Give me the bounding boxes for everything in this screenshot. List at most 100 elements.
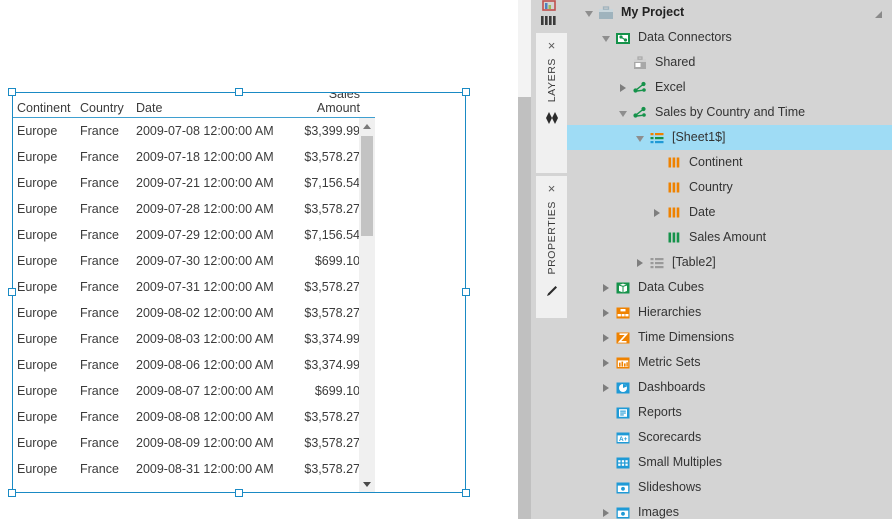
cell-sales-amount: $3,399.99 <box>304 124 360 138</box>
tree-item-sales-by-country-and-time[interactable]: Sales by Country and Time <box>567 100 892 125</box>
resize-handle-middle-right[interactable] <box>462 288 470 296</box>
resize-handle-middle-left[interactable] <box>8 288 16 296</box>
tree-item-data-cubes[interactable]: Data Cubes <box>567 275 892 300</box>
cell-date: 2009-07-21 12:00:00 AM <box>136 176 274 190</box>
chevron-down-icon[interactable] <box>632 125 648 150</box>
tree-item-hierarchies[interactable]: Hierarchies <box>567 300 892 325</box>
tree-item-date[interactable]: Date <box>567 200 892 225</box>
data-grid-widget[interactable]: Continent Country Date Sales Amount Euro… <box>13 93 375 492</box>
table-row[interactable]: Europe France 2009-08-31 12:00:00 AM $3,578… <box>13 456 375 482</box>
chevron-right-icon[interactable] <box>598 300 614 325</box>
table-row[interactable]: Europe France 2009-07-21 12:00:00 AM $7,156… <box>13 170 375 196</box>
table-row[interactable]: Europe France 2009-08-07 12:00:00 AM $699.1… <box>13 378 375 404</box>
chevron-down-icon[interactable] <box>581 0 597 25</box>
cell-continent: Europe <box>17 202 58 216</box>
tree-item-time-dimensions[interactable]: Time Dimensions <box>567 325 892 350</box>
bar-chart-icon[interactable] <box>538 12 560 28</box>
project-briefcase-icon <box>597 5 615 21</box>
tree-item-table2[interactable]: [Table2] <box>567 250 892 275</box>
grid-column-header-sales-amount[interactable]: Sales Amount <box>286 93 364 115</box>
cell-sales-amount: $3,578.27 <box>304 306 360 320</box>
dock-tab-properties[interactable]: × PROPERTIES <box>536 176 567 318</box>
chevron-right-icon[interactable] <box>598 350 614 375</box>
tree-item-shared[interactable]: Shared <box>567 50 892 75</box>
grid-vertical-scrollbar[interactable] <box>359 118 375 492</box>
tree-item-label: Reports <box>638 405 682 419</box>
tree-item-data-connectors[interactable]: Data Connectors <box>567 25 892 50</box>
table-row[interactable]: Europe France 2009-07-08 12:00:00 AM $3,399… <box>13 118 375 144</box>
chevron-right-icon[interactable] <box>615 75 631 100</box>
tree-item-slideshows[interactable]: Slideshows <box>567 475 892 500</box>
cell-country: France <box>80 436 119 450</box>
table-row[interactable]: Europe France 2009-07-30 12:00:00 AM $699.1… <box>13 248 375 274</box>
canvas-scrollbar-thumb[interactable] <box>518 97 531 519</box>
resize-handle-top-left[interactable] <box>8 88 16 96</box>
cell-sales-amount: $3,578.27 <box>304 462 360 476</box>
resize-handle-bottom-left[interactable] <box>8 489 16 497</box>
tree-item-scorecards[interactable]: A+ Scorecards <box>567 425 892 450</box>
tree-item-dashboards[interactable]: Dashboards <box>567 375 892 400</box>
tree-item-sales-amount[interactable]: Sales Amount <box>567 225 892 250</box>
table-row[interactable]: Europe France 2009-07-29 12:00:00 AM $7,156… <box>13 222 375 248</box>
table-row[interactable]: Europe France 2009-08-06 12:00:00 AM $3,374… <box>13 352 375 378</box>
column-green-icon <box>665 230 683 246</box>
tree-item-country[interactable]: Country <box>567 175 892 200</box>
tree-item-continent[interactable]: Continent <box>567 150 892 175</box>
cell-sales-amount: $3,578.27 <box>304 150 360 164</box>
resize-handle-bottom-center[interactable] <box>235 489 243 497</box>
chevron-down-icon[interactable] <box>615 100 631 125</box>
twisty-placeholder <box>649 225 665 250</box>
chevron-down-icon[interactable] <box>598 25 614 50</box>
tree-item-my-project[interactable]: My Project <box>567 0 892 25</box>
tree-item-label: Date <box>689 205 716 219</box>
twisty-placeholder <box>598 475 614 500</box>
cell-sales-amount: $699.10 <box>314 384 360 398</box>
chevron-right-icon[interactable] <box>598 325 614 350</box>
close-icon[interactable]: × <box>548 39 556 52</box>
scroll-down-arrow-icon[interactable] <box>359 476 375 492</box>
chevron-right-icon[interactable] <box>632 250 648 275</box>
grid-column-header-country[interactable]: Country <box>80 101 136 115</box>
close-icon[interactable]: × <box>548 182 556 195</box>
tree-item-label: My Project <box>621 5 685 19</box>
cell-country: France <box>80 202 119 216</box>
grid-column-header-date[interactable]: Date <box>136 101 286 115</box>
table-row[interactable]: Europe France 2009-08-09 12:00:00 AM $3,578… <box>13 430 375 456</box>
tree-item-label: Shared <box>655 55 696 69</box>
explorer-tree-panel[interactable]: My Project Data Connectors Shared Excel Sale… <box>567 0 892 519</box>
resize-handle-top-right[interactable] <box>462 88 470 96</box>
table-list-gray-icon <box>648 255 666 271</box>
table-row[interactable]: Europe France 2009-08-03 12:00:00 AM $3,374… <box>13 326 375 352</box>
resize-handle-bottom-right[interactable] <box>462 489 470 497</box>
twisty-placeholder <box>649 150 665 175</box>
scrollbar-thumb[interactable] <box>361 136 373 236</box>
table-row[interactable]: Europe France 2009-07-28 12:00:00 AM $3,578… <box>13 196 375 222</box>
table-row[interactable]: Europe France 2009-07-31 12:00:00 AM $3,578… <box>13 274 375 300</box>
tree-item-sheet1[interactable]: [Sheet1$] <box>567 125 892 150</box>
chevron-right-icon[interactable] <box>649 200 665 225</box>
scroll-up-arrow-icon[interactable] <box>359 118 375 134</box>
tree-item-reports[interactable]: Reports <box>567 400 892 425</box>
chevron-right-icon[interactable] <box>598 375 614 400</box>
tree-item-images[interactable]: Images <box>567 500 892 519</box>
tree-item-metric-sets[interactable]: Metric Sets <box>567 350 892 375</box>
chevron-right-icon[interactable] <box>598 275 614 300</box>
grid-column-header-continent[interactable]: Continent <box>13 101 80 115</box>
cell-continent: Europe <box>17 228 58 242</box>
cell-country: France <box>80 410 119 424</box>
dock-tab-layers[interactable]: × LAYERS <box>536 33 567 173</box>
chevron-right-icon[interactable] <box>598 500 614 519</box>
canvas-vertical-scrollbar[interactable] <box>518 0 531 519</box>
table-row[interactable]: Europe France 2009-07-18 12:00:00 AM $3,578… <box>13 144 375 170</box>
design-canvas[interactable]: Continent Country Date Sales Amount Euro… <box>0 0 518 519</box>
table-row[interactable]: Europe France 2009-08-08 12:00:00 AM $3,578… <box>13 404 375 430</box>
tree-item-excel[interactable]: Excel <box>567 75 892 100</box>
tree-item-small-multiples[interactable]: Small Multiples <box>567 450 892 475</box>
table-row[interactable]: Europe France 2009-08-02 12:00:00 AM $3,578… <box>13 300 375 326</box>
cell-country: France <box>80 384 119 398</box>
reports-icon <box>614 405 632 421</box>
cell-continent: Europe <box>17 150 58 164</box>
tree-item-label: Time Dimensions <box>638 330 735 344</box>
twisty-placeholder <box>598 400 614 425</box>
resize-handle-top-center[interactable] <box>235 88 243 96</box>
